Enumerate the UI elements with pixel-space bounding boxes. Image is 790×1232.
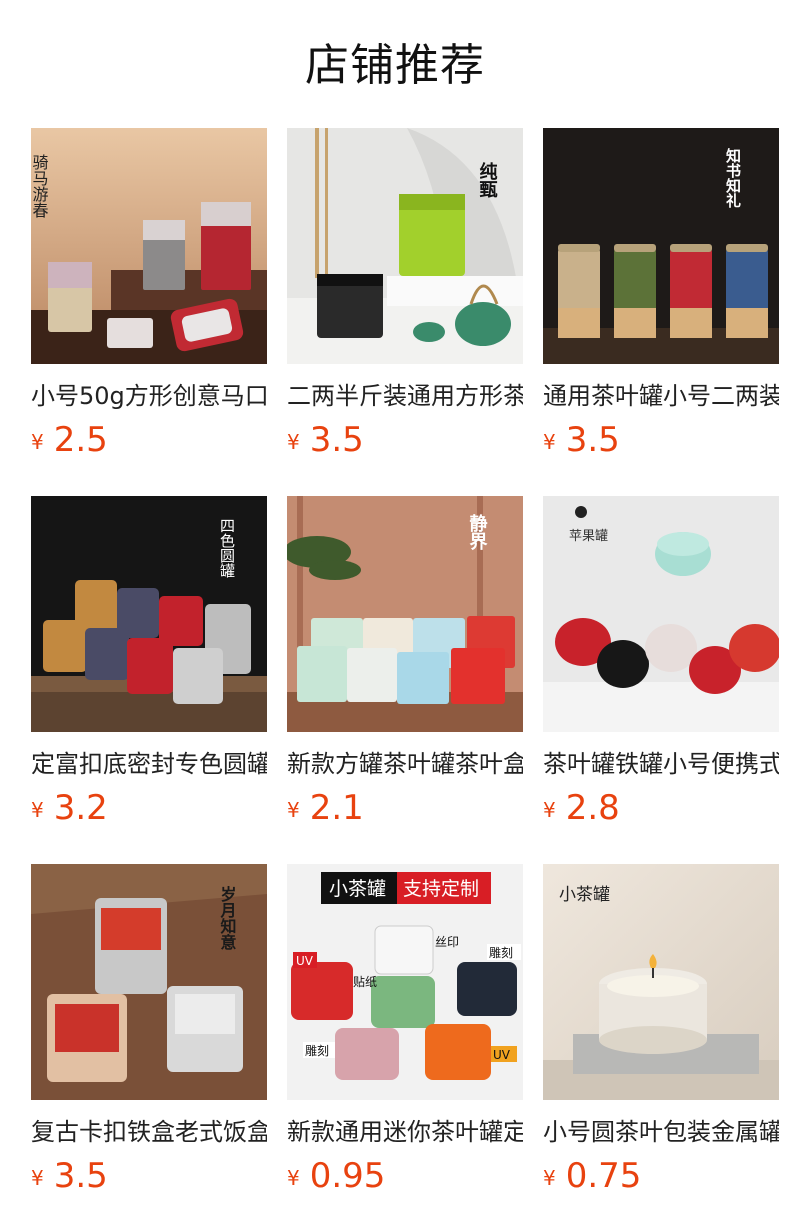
image-caption: 苹果罐 — [569, 529, 608, 544]
product-card[interactable]: 纯甄 二两半斤装通用方形茶叶罐 ¥3.5 — [287, 128, 523, 460]
currency-symbol: ¥ — [543, 430, 556, 454]
product-image[interactable]: 静界 — [287, 496, 523, 732]
product-card[interactable]: 苹果罐 茶叶罐铁罐小号便携式 ¥2.8 — [543, 496, 779, 828]
product-price: ¥2.1 — [287, 786, 364, 830]
product-price: ¥0.75 — [543, 1154, 641, 1198]
product-price: ¥3.5 — [543, 418, 620, 462]
currency-symbol: ¥ — [287, 1166, 300, 1190]
currency-symbol: ¥ — [31, 1166, 44, 1190]
product-name[interactable]: 小号50g方形创意马口铁茶叶罐 — [31, 376, 267, 416]
currency-symbol: ¥ — [543, 798, 556, 822]
price-value: 3.5 — [309, 420, 364, 460]
product-name[interactable]: 通用茶叶罐小号二两装 — [543, 376, 779, 416]
price-value: 3.5 — [53, 1156, 108, 1196]
currency-symbol: ¥ — [287, 798, 300, 822]
product-price: ¥3.2 — [31, 786, 108, 830]
product-image[interactable]: 岁月知意 — [31, 864, 267, 1100]
image-caption: 骑马游春 — [31, 154, 49, 218]
product-card[interactable]: 小茶罐 小号圆茶叶包装金属罐 ¥0.75 — [543, 864, 779, 1196]
product-card[interactable]: 骑马游春 小号50g方形创意马口铁茶叶罐 ¥2.5 — [31, 128, 267, 460]
badge: UV — [493, 1048, 511, 1062]
image-caption: 四色圆罐 — [218, 518, 236, 578]
product-card[interactable]: 四色圆罐 定富扣底密封专色圆罐 ¥3.2 — [31, 496, 267, 828]
image-caption: 岁月知意 — [218, 885, 238, 951]
price-value: 3.5 — [565, 420, 620, 460]
price-value: 2.5 — [53, 420, 108, 460]
product-name[interactable]: 小号圆茶叶包装金属罐 — [543, 1112, 779, 1152]
product-image[interactable]: 小茶罐 支持定制 UV 丝印 雕刻 贴纸 雕刻 UV — [287, 864, 523, 1100]
product-card[interactable]: 岁月知意 复古卡扣铁盒老式饭盒 ¥3.5 — [31, 864, 267, 1196]
product-image[interactable]: 骑马游春 — [31, 128, 267, 364]
product-price: ¥2.8 — [543, 786, 620, 830]
product-image[interactable]: 小茶罐 — [543, 864, 779, 1100]
price-value: 0.95 — [309, 1156, 386, 1196]
product-image[interactable]: 知书知礼 — [543, 128, 779, 364]
image-caption: 小茶罐 — [329, 878, 386, 900]
price-value: 2.8 — [565, 788, 620, 828]
image-caption: 纯甄 — [477, 161, 498, 199]
image-caption: 知书知礼 — [724, 147, 742, 208]
section-title: 店铺推荐 — [305, 40, 485, 91]
product-name[interactable]: 茶叶罐铁罐小号便携式 — [543, 744, 779, 784]
product-price: ¥3.5 — [287, 418, 364, 462]
badge: 丝印 — [435, 935, 459, 949]
product-price: ¥2.5 — [31, 418, 108, 462]
currency-symbol: ¥ — [543, 1166, 556, 1190]
image-caption-2: 支持定制 — [403, 878, 479, 900]
product-price: ¥0.95 — [287, 1154, 385, 1198]
product-card[interactable]: 知书知礼 通用茶叶罐小号二两装 ¥3.5 — [543, 128, 779, 460]
price-value: 0.75 — [565, 1156, 642, 1196]
product-name[interactable]: 新款方罐茶叶罐茶叶盒 — [287, 744, 523, 784]
currency-symbol: ¥ — [31, 430, 44, 454]
badge: 贴纸 — [353, 975, 377, 989]
price-value: 2.1 — [309, 788, 364, 828]
product-name[interactable]: 新款通用迷你茶叶罐定制 — [287, 1112, 523, 1152]
product-card[interactable]: 小茶罐 支持定制 UV 丝印 雕刻 贴纸 雕刻 UV 新款通用迷你茶叶罐定制 ¥… — [287, 864, 523, 1196]
product-name[interactable]: 定富扣底密封专色圆罐 — [31, 744, 267, 784]
product-name[interactable]: 复古卡扣铁盒老式饭盒 — [31, 1112, 267, 1152]
image-caption: 静界 — [467, 513, 488, 551]
currency-symbol: ¥ — [31, 798, 44, 822]
product-name[interactable]: 二两半斤装通用方形茶叶罐 — [287, 376, 523, 416]
product-image[interactable]: 纯甄 — [287, 128, 523, 364]
product-price: ¥3.5 — [31, 1154, 108, 1198]
product-card[interactable]: 静界 新款方罐茶叶罐茶叶盒 ¥2.1 — [287, 496, 523, 828]
product-image[interactable]: 四色圆罐 — [31, 496, 267, 732]
badge: UV — [296, 954, 314, 968]
currency-symbol: ¥ — [287, 430, 300, 454]
badge: 雕刻 — [489, 945, 513, 960]
image-caption: 小茶罐 — [559, 885, 610, 905]
badge: 雕刻 — [305, 1043, 329, 1058]
price-value: 3.2 — [53, 788, 108, 828]
product-image[interactable]: 苹果罐 — [543, 496, 779, 732]
